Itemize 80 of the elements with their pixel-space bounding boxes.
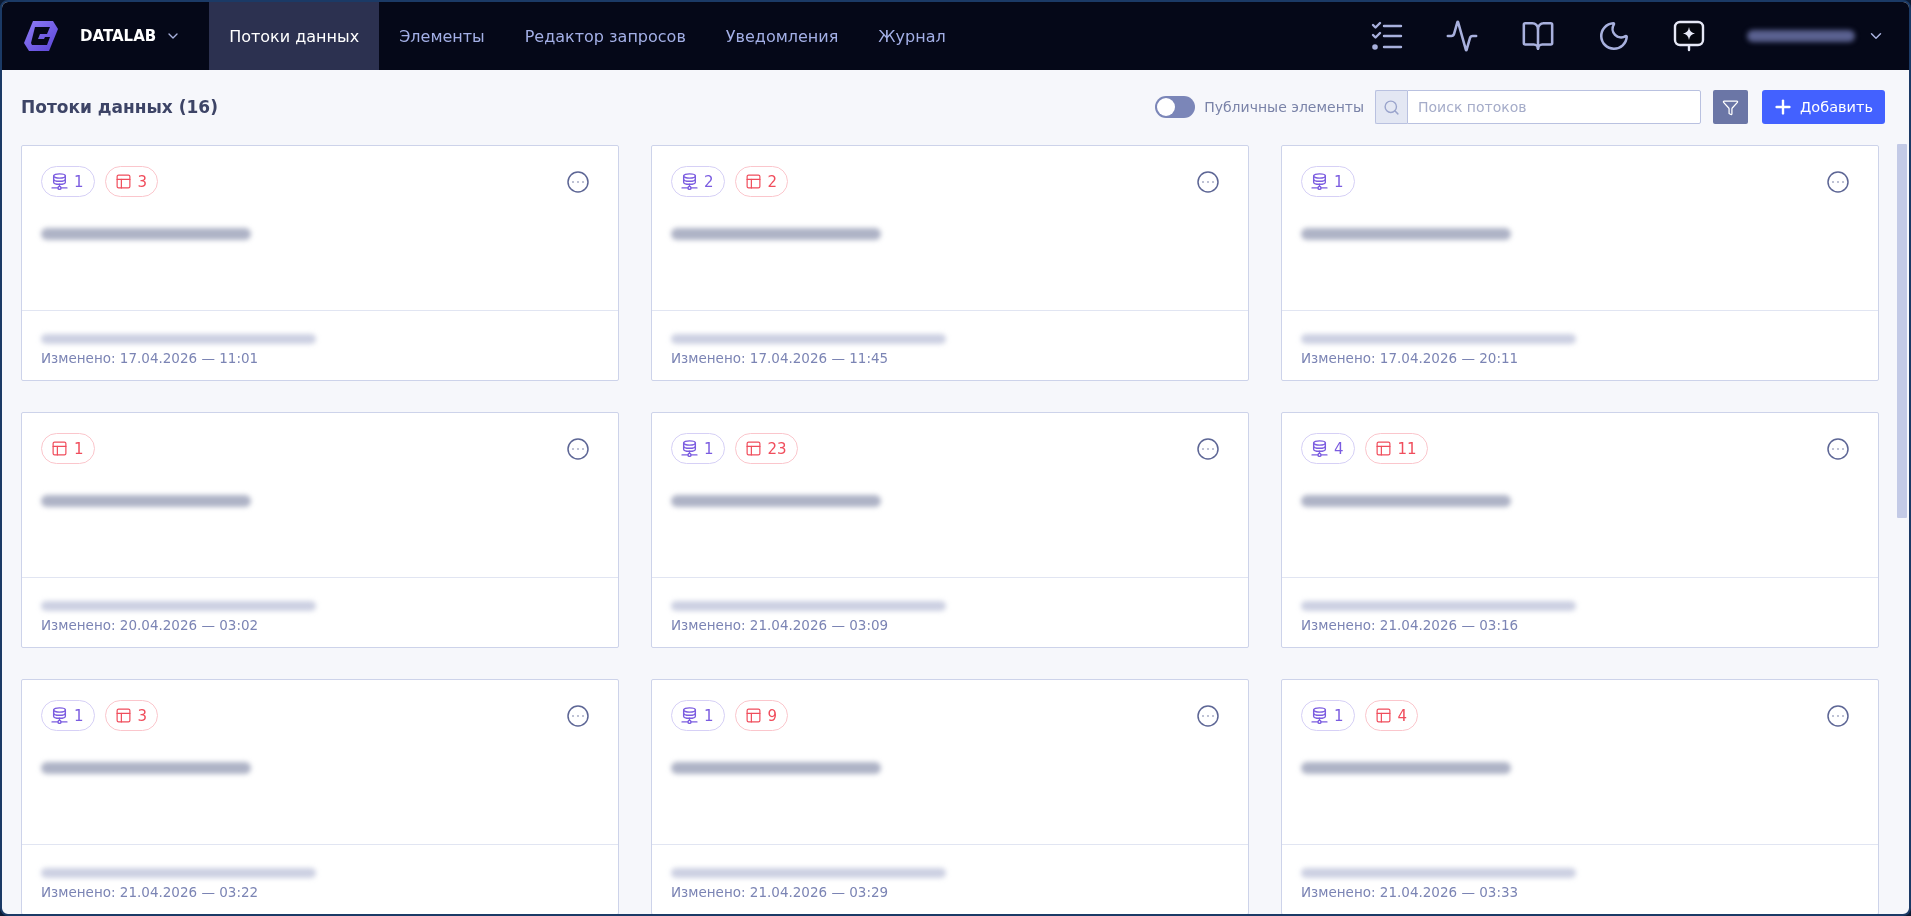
toggle-label: Публичные элементы: [1204, 99, 1364, 115]
monitor-sparkle-icon[interactable]: [1673, 20, 1705, 52]
table-icon: [1374, 707, 1392, 724]
table-icon: [744, 707, 762, 724]
badge-count: 3: [137, 172, 148, 191]
more-icon[interactable]: [1196, 169, 1220, 194]
filter-button[interactable]: [1713, 90, 1748, 124]
modified-date: Изменено: 21.04.2026 — 03:22: [41, 883, 259, 901]
table-icon: [744, 440, 762, 457]
scrollbar-thumb[interactable]: [1897, 144, 1907, 518]
data-flow-card[interactable]: 1 Изменено: 20.04.2026 — 03:02: [21, 412, 619, 648]
badge-count: 9: [767, 706, 778, 725]
logo-icon: [24, 21, 58, 51]
app-switcher[interactable]: DATALAB: [80, 27, 182, 45]
book-icon[interactable]: [1521, 19, 1555, 53]
modified-date: Изменено: 17.04.2026 — 11:01: [41, 349, 259, 367]
modified-date: Изменено: 21.04.2026 — 03:29: [671, 883, 889, 901]
badge-count: 1: [704, 706, 714, 725]
more-icon[interactable]: [566, 169, 590, 194]
search-icon: [1375, 90, 1407, 124]
more-icon[interactable]: [1196, 703, 1220, 728]
nav-tab[interactable]: Потоки данных: [209, 2, 380, 70]
data-flow-card[interactable]: 4 11 Изменено: 21.04.2026 — 03:16: [1281, 412, 1879, 648]
badge-count: 2: [767, 172, 778, 191]
modified-date: Изменено: 20.04.2026 — 03:02: [41, 616, 259, 634]
data-flow-card[interactable]: 1 3 Изменено: 17.04.2026 — 11:01: [21, 145, 619, 381]
nav-tab[interactable]: Журнал: [858, 2, 966, 70]
more-icon[interactable]: [1826, 436, 1850, 461]
modified-date: Изменено: 21.04.2026 — 03:33: [1301, 883, 1519, 901]
badge-count: 4: [1334, 439, 1344, 458]
nav-tab[interactable]: Уведомления: [705, 2, 859, 70]
more-icon[interactable]: [566, 703, 590, 728]
badge-count: 1: [704, 439, 714, 458]
nav-tab[interactable]: Редактор запросов: [504, 2, 706, 70]
database-icon: [1311, 173, 1328, 190]
moon-icon[interactable]: [1597, 19, 1631, 53]
badge-count: 1: [1334, 172, 1344, 191]
badge-count: 2: [704, 172, 714, 191]
data-flow-card[interactable]: 1 Изменено: 17.04.2026 — 20:11: [1281, 145, 1879, 381]
data-flow-card[interactable]: 1 3 Изменено: 21.04.2026 — 03:22: [21, 679, 619, 914]
modified-date: Изменено: 17.04.2026 — 11:45: [671, 349, 889, 367]
badge-count: 1: [1334, 706, 1344, 725]
database-icon: [51, 707, 68, 724]
search-field[interactable]: Поиск потоков: [1407, 90, 1701, 124]
badge-count: 23: [767, 439, 787, 458]
badge-count: 1: [74, 439, 84, 458]
add-button[interactable]: Добавить: [1762, 90, 1885, 124]
nav-tab[interactable]: Элементы: [379, 2, 505, 70]
data-flow-card[interactable]: 2 2 Изменено: 17.04.2026 — 11:45: [651, 145, 1249, 381]
pulse-icon[interactable]: [1445, 19, 1479, 53]
database-icon: [681, 173, 698, 190]
database-icon: [1311, 440, 1328, 457]
filter-icon: [1722, 98, 1739, 116]
more-icon[interactable]: [1826, 169, 1850, 194]
table-icon: [114, 173, 132, 190]
table-icon: [744, 173, 762, 190]
data-flow-card[interactable]: 1 4 Изменено: 21.04.2026 — 03:33: [1281, 679, 1879, 914]
database-icon: [681, 440, 698, 457]
more-icon[interactable]: [566, 436, 590, 461]
public-toggle[interactable]: [1155, 96, 1196, 118]
database-icon: [51, 173, 68, 190]
checklist-icon[interactable]: [1371, 20, 1403, 52]
modified-date: Изменено: 21.04.2026 — 03:09: [671, 616, 889, 634]
badge-count: 1: [74, 706, 84, 725]
table-icon: [114, 707, 132, 724]
badge-count: 3: [137, 706, 148, 725]
page-title: Потоки данных (16): [21, 97, 218, 117]
more-icon[interactable]: [1196, 436, 1220, 461]
database-icon: [681, 707, 698, 724]
more-icon[interactable]: [1826, 703, 1850, 728]
data-flow-card[interactable]: 1 9 Изменено: 21.04.2026 — 03:29: [651, 679, 1249, 914]
table-icon: [51, 440, 68, 457]
badge-count: 4: [1397, 706, 1408, 725]
data-flow-card[interactable]: 1 23 Изменено: 21.04.2026 — 03:09: [651, 412, 1249, 648]
modified-date: Изменено: 21.04.2026 — 03:16: [1301, 616, 1519, 634]
modified-date: Изменено: 17.04.2026 — 20:11: [1301, 349, 1519, 367]
database-icon: [1311, 707, 1328, 724]
badge-count: 1: [74, 172, 84, 191]
table-icon: [1374, 440, 1392, 457]
badge-count: 11: [1397, 439, 1417, 458]
